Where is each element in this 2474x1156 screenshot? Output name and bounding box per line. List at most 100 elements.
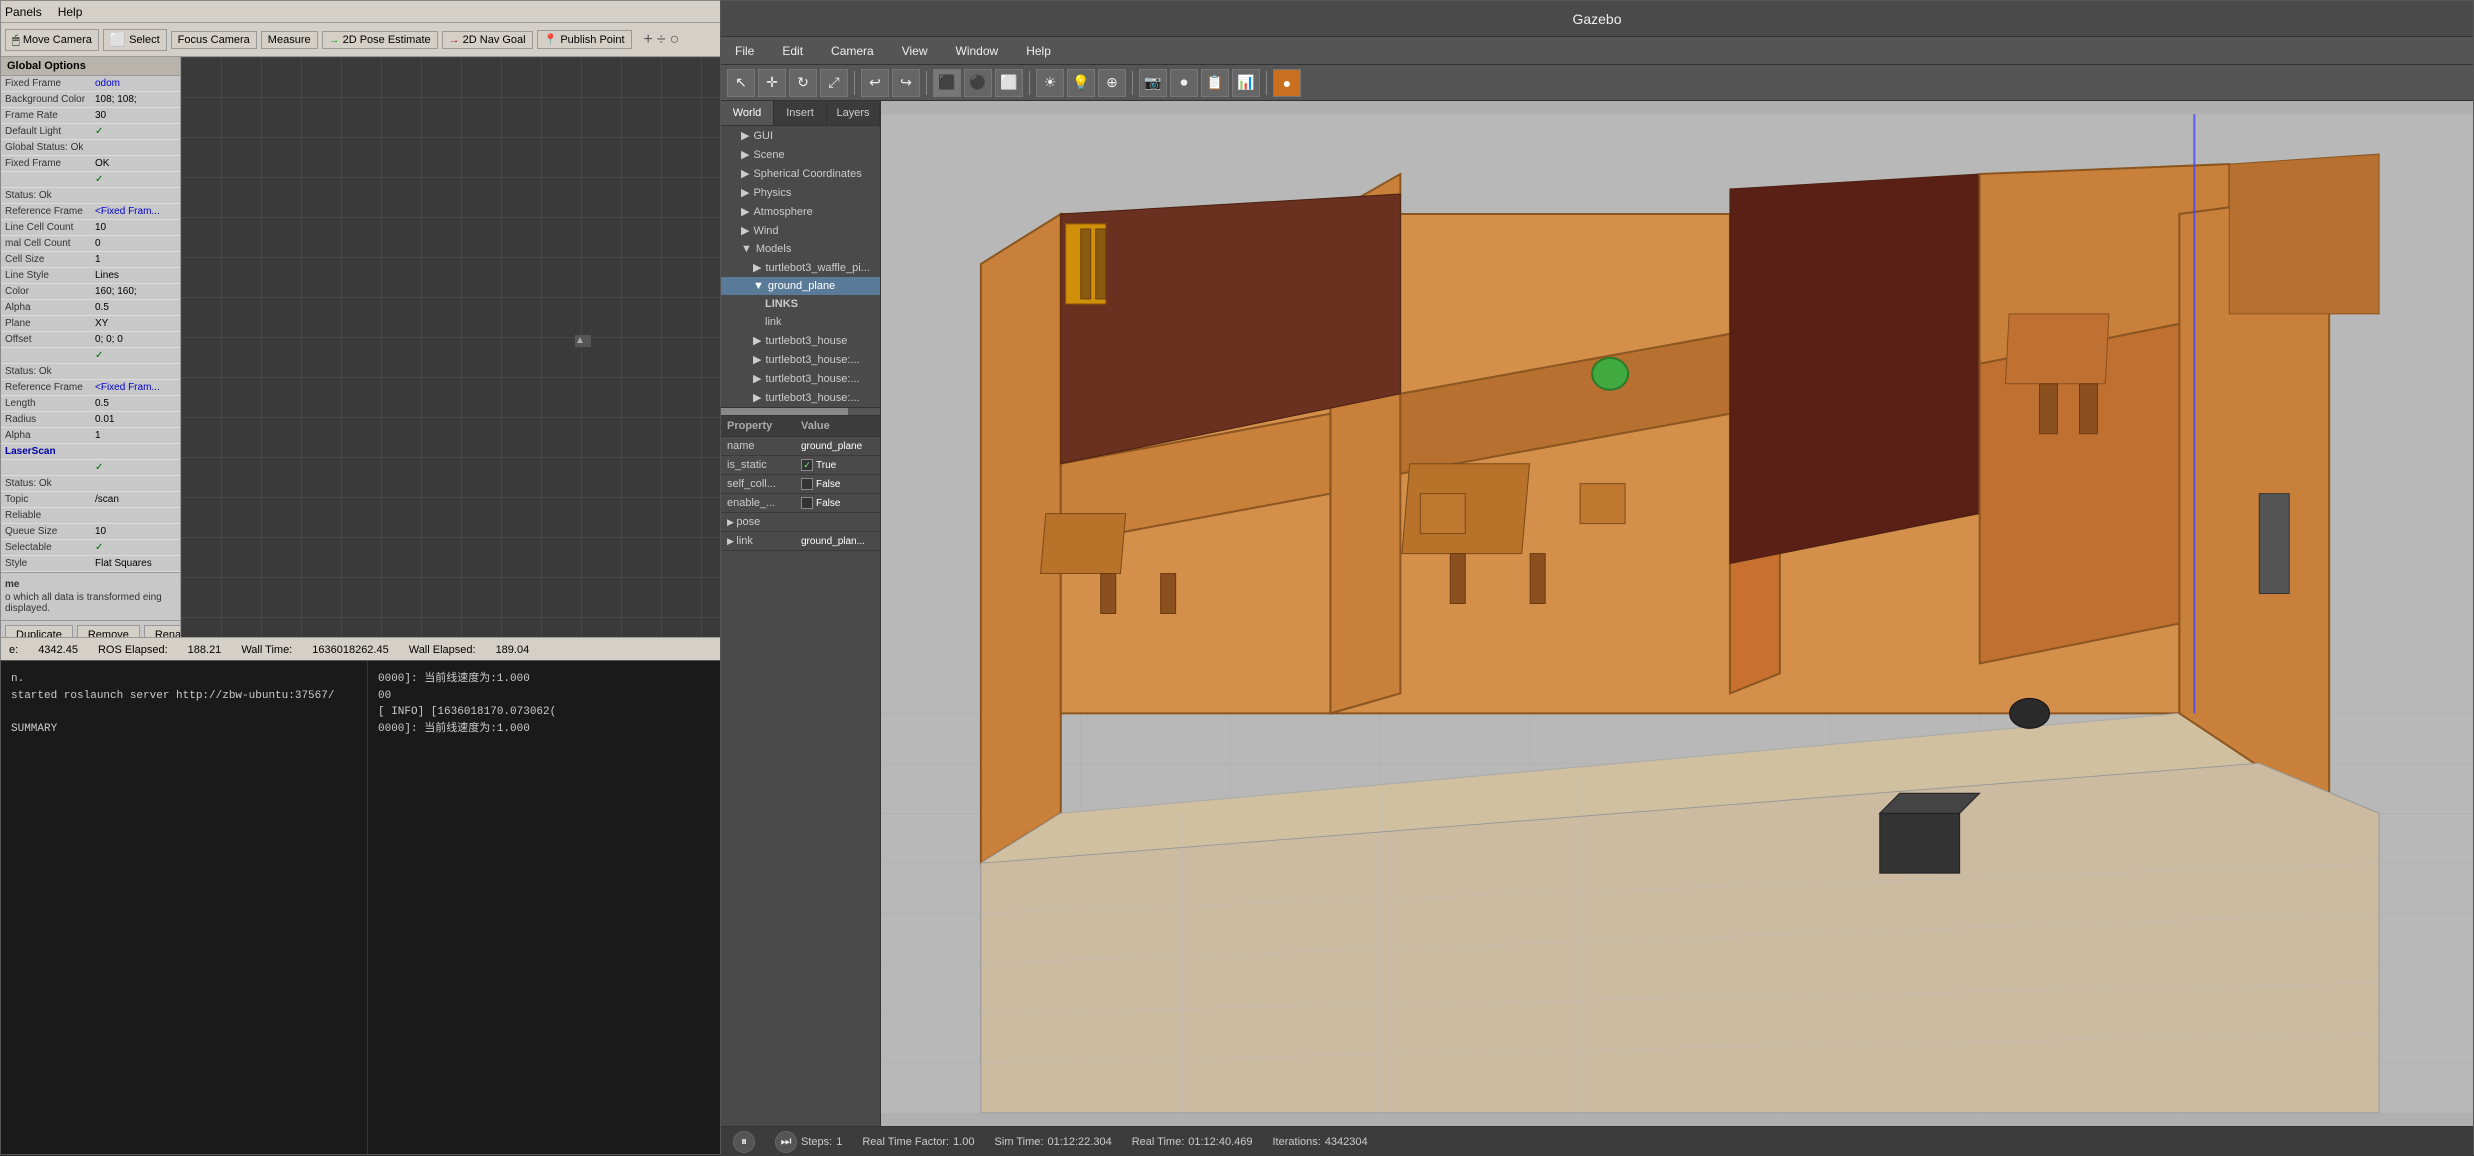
line-cell-count-label: Line Cell Count: [5, 222, 95, 233]
check-value-2[interactable]: ✓: [95, 350, 176, 361]
gz-prop-pose-row[interactable]: pose: [721, 513, 881, 532]
ref-frame-row: Reference Frame <Fixed Fram...: [1, 204, 180, 220]
gz-point-light-tool[interactable]: ☀: [1036, 69, 1064, 97]
publish-point-button[interactable]: 📍 Publish Point: [537, 30, 632, 49]
toolbar-plus-icon[interactable]: +: [644, 31, 653, 49]
gz-tree-scrollbar-thumb[interactable]: [721, 408, 848, 415]
gz-menu-file[interactable]: File: [729, 42, 760, 60]
gz-menu-view[interactable]: View: [896, 42, 934, 60]
offset-row: Offset 0; 0; 0: [1, 332, 180, 348]
gz-enable-checkbox[interactable]: ☐: [801, 497, 813, 509]
selectable-row: Selectable ✓: [1, 540, 180, 556]
gz-cylinder-tool[interactable]: ⬜: [995, 69, 1023, 97]
2d-nav-goal-button[interactable]: → 2D Nav Goal: [442, 31, 533, 49]
gz-tree-scrollbar[interactable]: [721, 407, 880, 415]
check-value-1[interactable]: ✓: [95, 174, 176, 185]
check-row-1: ✓: [1, 172, 180, 188]
cell-size-row: Cell Size 1: [1, 252, 180, 268]
default-light-check[interactable]: ✓: [95, 126, 176, 137]
select-button[interactable]: ⬜ Select: [103, 29, 167, 51]
gz-menu-window[interactable]: Window: [950, 42, 1005, 60]
gz-realtime-label: Real Time Factor:: [862, 1136, 949, 1148]
gz-tab-world[interactable]: World: [721, 101, 774, 125]
move-camera-icon: 🖱: [12, 32, 20, 48]
focus-camera-button[interactable]: Focus Camera: [171, 31, 257, 49]
gz-tree-gui[interactable]: ▶ GUI: [721, 126, 880, 145]
status-ok-row-2: Status: Ok: [1, 364, 180, 380]
gz-tree-models[interactable]: ▼ Models: [721, 240, 880, 258]
gz-sphere-tool[interactable]: ⚫: [964, 69, 992, 97]
gz-tree-spherical[interactable]: ▶ Spherical Coordinates: [721, 164, 880, 183]
gz-log-tool[interactable]: 📋: [1201, 69, 1229, 97]
gz-prop-link-row[interactable]: link ground_plan...: [721, 532, 881, 551]
gz-tree-links[interactable]: LINKS: [721, 295, 880, 313]
gz-menu-help[interactable]: Help: [1020, 42, 1057, 60]
console-left: n. started roslaunch server http://zbw-u…: [1, 661, 367, 1154]
line-cell-count-row: Line Cell Count 10: [1, 220, 180, 236]
gazebo-3d-viewport[interactable]: [881, 101, 2473, 1126]
gz-tree-house1[interactable]: ▶ turtlebot3_house: [721, 331, 880, 350]
gz-step-item: ⏭ Steps: 1: [775, 1131, 842, 1153]
toolbar-divide-icon[interactable]: ÷: [657, 31, 666, 49]
gz-rotate-tool[interactable]: ↻: [789, 69, 817, 97]
wall-elapsed-label: Wall Elapsed:: [409, 644, 476, 656]
gz-orange-tool[interactable]: ●: [1273, 69, 1301, 97]
gz-tree-wind[interactable]: ▶ Wind: [721, 221, 880, 240]
gz-pause-button[interactable]: ⏸: [733, 1131, 755, 1153]
gz-prop-static-key: is_static: [727, 459, 801, 471]
gz-directional-light-tool[interactable]: ⊕: [1098, 69, 1126, 97]
rviz-menu-help[interactable]: Help: [58, 5, 83, 19]
gz-select-tool[interactable]: ↖: [727, 69, 755, 97]
radius-label: Radius: [5, 414, 95, 425]
gz-tree-atmosphere[interactable]: ▶ Atmosphere: [721, 202, 880, 221]
gz-prop-name-value: ground_plane: [801, 441, 875, 452]
gz-spot-light-tool[interactable]: 💡: [1067, 69, 1095, 97]
rviz-menu-panels[interactable]: Panels: [5, 5, 42, 19]
remove-button[interactable]: Remove: [77, 625, 140, 637]
gz-tree-link[interactable]: link: [721, 313, 880, 331]
gz-tree-label-gui: GUI: [753, 130, 773, 142]
alpha-value-2: 1: [95, 430, 176, 441]
gz-translate-tool[interactable]: ✛: [758, 69, 786, 97]
gz-tree-scene[interactable]: ▶ Scene: [721, 145, 880, 164]
frame-desc-title: me: [5, 579, 176, 590]
gz-step-button[interactable]: ⏭: [775, 1131, 797, 1153]
gz-selfcoll-checkbox[interactable]: ☐: [801, 478, 813, 490]
robot-marker: ▲: [575, 335, 591, 347]
alpha-value-1: 0.5: [95, 302, 176, 313]
measure-button[interactable]: Measure: [261, 31, 318, 49]
length-row: Length 0.5: [1, 396, 180, 412]
gz-static-checkbox[interactable]: ✓: [801, 459, 813, 471]
gz-tree-turtlebot3-waffle[interactable]: ▶ turtlebot3_waffle_pi...: [721, 258, 880, 277]
gz-record-tool[interactable]: ⏺: [1170, 69, 1198, 97]
gz-undo-tool[interactable]: ↩: [861, 69, 889, 97]
check-value-3[interactable]: ✓: [95, 462, 176, 473]
gz-menu-camera[interactable]: Camera: [825, 42, 880, 60]
gz-tree-label-ground-plane: ground_plane: [768, 280, 835, 292]
reliable-row: Reliable: [1, 508, 180, 524]
gz-tree-house4[interactable]: ▶ turtlebot3_house:...: [721, 388, 880, 407]
gz-tab-insert[interactable]: Insert: [774, 101, 827, 125]
gz-tree-physics[interactable]: ▶ Physics: [721, 183, 880, 202]
gz-menu-edit[interactable]: Edit: [776, 42, 809, 60]
gz-tree-ground-plane[interactable]: ▼ ground_plane: [721, 277, 880, 295]
gz-tab-layers[interactable]: Layers: [827, 101, 880, 125]
gz-tree-house3[interactable]: ▶ turtlebot3_house:...: [721, 369, 880, 388]
2d-pose-estimate-button[interactable]: → 2D Pose Estimate: [322, 31, 438, 49]
status-ok-label-2: Status: Ok: [5, 366, 95, 377]
gz-redo-tool[interactable]: ↪: [892, 69, 920, 97]
duplicate-button[interactable]: Duplicate: [5, 625, 73, 637]
gz-tree-arrow-gui: ▶: [741, 129, 749, 142]
gz-tree-house2[interactable]: ▶ turtlebot3_house:...: [721, 350, 880, 369]
toolbar-circle-icon[interactable]: ○: [670, 31, 680, 49]
selectable-check[interactable]: ✓: [95, 542, 176, 553]
gz-screenshot-tool[interactable]: 📷: [1139, 69, 1167, 97]
gz-scale-tool[interactable]: ⤢: [820, 69, 848, 97]
normal-cell-count-label: mal Cell Count: [5, 238, 95, 249]
gz-plot-tool[interactable]: 📊: [1232, 69, 1260, 97]
move-camera-button[interactable]: 🖱 Move Camera: [5, 29, 99, 51]
queue-size-label: Queue Size: [5, 526, 95, 537]
gz-box-tool[interactable]: ⬛: [933, 69, 961, 97]
rename-button[interactable]: Rename: [144, 625, 181, 637]
gz-simtime-label: Sim Time:: [995, 1136, 1044, 1148]
